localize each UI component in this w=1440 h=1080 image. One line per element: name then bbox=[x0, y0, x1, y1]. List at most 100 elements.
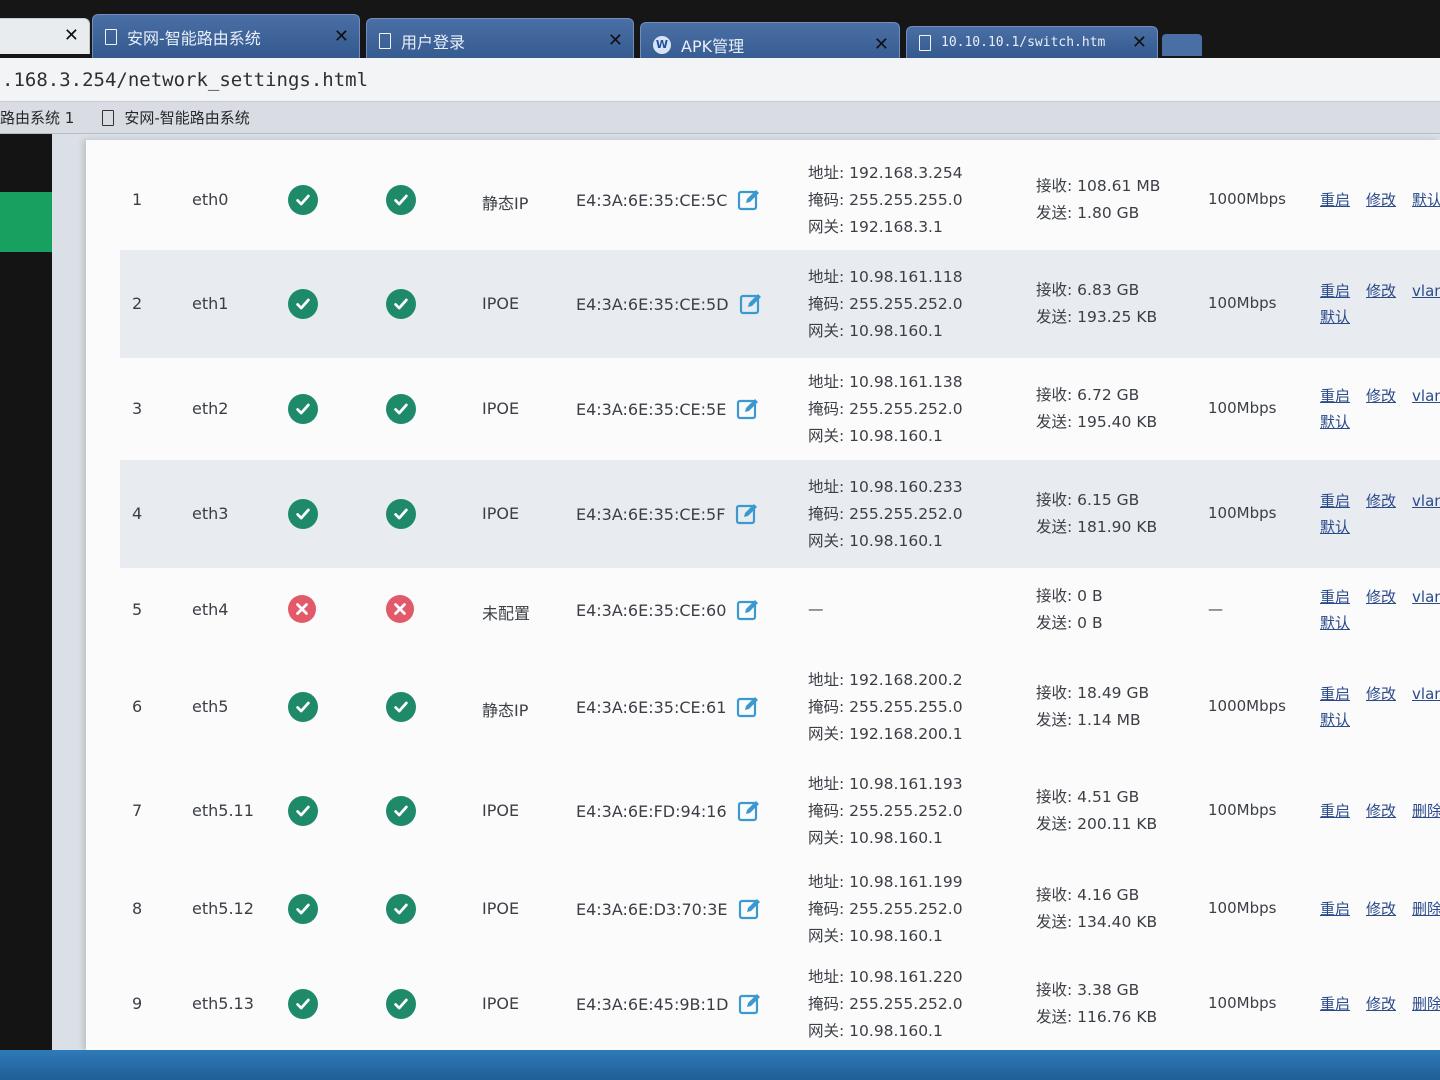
check-circle-icon bbox=[386, 289, 416, 319]
ip-value: 10.98.161.193 bbox=[849, 775, 963, 793]
action-link[interactable]: vlan bbox=[1412, 685, 1440, 703]
action-link[interactable]: 修改 bbox=[1366, 492, 1396, 510]
sidebar bbox=[0, 134, 52, 1080]
action-link[interactable]: 重启 bbox=[1320, 387, 1350, 405]
action-link[interactable]: 删除 bbox=[1412, 802, 1440, 820]
mac-address: E4:3A:6E:35:CE:60 bbox=[576, 598, 760, 622]
ip-label: 掩码: bbox=[808, 191, 845, 209]
action-link[interactable]: 删除 bbox=[1412, 995, 1440, 1013]
action-link[interactable]: 默认 bbox=[1412, 191, 1440, 209]
tab-anwang-router[interactable]: 安网-智能路由系统 ✕ bbox=[92, 14, 360, 58]
url-text[interactable]: .168.3.254/network_settings.html bbox=[2, 69, 368, 91]
action-link[interactable]: 修改 bbox=[1366, 282, 1396, 300]
enable-status bbox=[386, 894, 416, 924]
row-actions: 重启 修改 vlan 默认 bbox=[1320, 383, 1440, 435]
action-link[interactable]: vlan bbox=[1412, 588, 1440, 606]
traffic-line-rx: 接收: 4.16 GB bbox=[1036, 882, 1157, 909]
action-link[interactable]: vlan bbox=[1412, 282, 1440, 300]
sidebar-active-item[interactable] bbox=[0, 192, 52, 252]
check-circle-icon bbox=[386, 796, 416, 826]
tab-switch[interactable]: 10.10.10.1/switch.htm ✕ bbox=[906, 26, 1158, 58]
action-link[interactable]: vlan bbox=[1412, 387, 1440, 405]
edit-icon[interactable] bbox=[736, 598, 760, 622]
link-speed: 100Mbps bbox=[1208, 399, 1277, 417]
mac-address: E4:3A:6E:45:9B:1D bbox=[576, 992, 762, 1016]
action-link[interactable]: 重启 bbox=[1320, 802, 1350, 820]
action-link[interactable]: 修改 bbox=[1366, 900, 1396, 918]
traffic-value: 200.11 KB bbox=[1077, 815, 1158, 833]
enable-status bbox=[386, 595, 414, 623]
check-circle-icon bbox=[386, 894, 416, 924]
ip-line-mask: 掩码: 255.255.252.0 bbox=[808, 896, 963, 923]
close-icon[interactable]: ✕ bbox=[64, 25, 79, 46]
page-icon bbox=[102, 109, 115, 126]
tab-previous[interactable]: ✕ bbox=[0, 18, 90, 54]
edit-icon[interactable] bbox=[737, 188, 761, 212]
action-link[interactable]: 重启 bbox=[1320, 995, 1350, 1013]
action-link[interactable]: 默认 bbox=[1320, 308, 1350, 326]
action-link[interactable]: 修改 bbox=[1366, 802, 1396, 820]
ip-value: 255.255.252.0 bbox=[849, 900, 963, 918]
traffic-label: 发送: bbox=[1036, 413, 1073, 431]
action-link[interactable]: 重启 bbox=[1320, 900, 1350, 918]
action-link[interactable]: 修改 bbox=[1366, 995, 1396, 1013]
action-link[interactable]: 修改 bbox=[1366, 191, 1396, 209]
connection-mode: IPOE bbox=[482, 801, 520, 820]
action-link[interactable]: 修改 bbox=[1366, 387, 1396, 405]
table-row: 2 eth1 IPOE E4:3A:6E:35:CE:5D 地址: 10.98.161.… bbox=[120, 250, 1440, 358]
ip-line-mask: 掩码: 255.255.252.0 bbox=[808, 291, 963, 318]
edit-icon[interactable] bbox=[736, 397, 760, 421]
address-bar[interactable]: .168.3.254/network_settings.html bbox=[0, 58, 1440, 102]
action-link[interactable]: 重启 bbox=[1320, 588, 1350, 606]
check-circle-icon bbox=[386, 989, 416, 1019]
traffic-value: 193.25 KB bbox=[1077, 308, 1158, 326]
page-icon bbox=[919, 34, 931, 51]
action-link[interactable]: 默认 bbox=[1320, 518, 1350, 536]
edit-icon[interactable] bbox=[738, 897, 762, 921]
ip-label: 掩码: bbox=[808, 698, 845, 716]
ip-value: 192.168.3.254 bbox=[849, 164, 963, 182]
action-link[interactable]: 删除 bbox=[1412, 900, 1440, 918]
action-link[interactable]: 重启 bbox=[1320, 191, 1350, 209]
action-link[interactable]: 默认 bbox=[1320, 413, 1350, 431]
action-link[interactable]: 修改 bbox=[1366, 685, 1396, 703]
action-link[interactable]: 重启 bbox=[1320, 282, 1350, 300]
close-icon[interactable]: ✕ bbox=[608, 30, 623, 51]
tab-label: 用户登录 bbox=[401, 32, 466, 52]
edit-icon[interactable] bbox=[735, 502, 759, 526]
tab-user-login[interactable]: 用户登录 ✕ bbox=[366, 18, 634, 62]
action-link[interactable]: 重启 bbox=[1320, 685, 1350, 703]
action-link[interactable]: 默认 bbox=[1320, 711, 1350, 729]
close-icon[interactable]: ✕ bbox=[334, 26, 349, 47]
ip-info: 地址: 10.98.161.193 掩码: 255.255.252.0 网关: 10… bbox=[808, 771, 963, 852]
edit-icon[interactable] bbox=[737, 799, 761, 823]
bookmark-anwang[interactable]: 安网-智能路由系统 bbox=[102, 107, 250, 128]
ip-line-mask: 掩码: 255.255.255.0 bbox=[808, 187, 963, 214]
action-link[interactable]: 默认 bbox=[1320, 614, 1350, 632]
ip-line-mask: 掩码: 255.255.252.0 bbox=[808, 396, 963, 423]
close-icon[interactable]: ✕ bbox=[1132, 32, 1147, 53]
ip-value: 255.255.252.0 bbox=[849, 505, 963, 523]
action-link[interactable]: vlan bbox=[1412, 492, 1440, 510]
ip-label: 地址: bbox=[808, 164, 845, 182]
ip-value: 255.255.252.0 bbox=[849, 802, 963, 820]
traffic-label: 接收: bbox=[1036, 177, 1073, 195]
traffic-line-tx: 发送: 134.40 KB bbox=[1036, 909, 1157, 936]
ip-line-gw: 网关: 10.98.160.1 bbox=[808, 923, 963, 950]
edit-icon[interactable] bbox=[739, 292, 763, 316]
bookmark-router-1[interactable]: 路由系统 1 bbox=[0, 107, 74, 128]
edit-icon[interactable] bbox=[736, 695, 760, 719]
edit-icon[interactable] bbox=[738, 992, 762, 1016]
check-circle-icon bbox=[386, 394, 416, 424]
ip-value: 255.255.255.0 bbox=[849, 191, 963, 209]
action-link[interactable]: 修改 bbox=[1366, 588, 1396, 606]
ip-line-addr: 地址: 10.98.161.199 bbox=[808, 869, 963, 896]
check-circle-icon bbox=[288, 989, 318, 1019]
traffic-value: 116.76 KB bbox=[1077, 1008, 1158, 1026]
enable-status bbox=[386, 796, 416, 826]
action-link[interactable]: 重启 bbox=[1320, 492, 1350, 510]
row-index: 2 bbox=[132, 294, 143, 313]
close-icon[interactable]: ✕ bbox=[874, 34, 889, 55]
new-tab-button[interactable] bbox=[1162, 34, 1202, 56]
traffic-value: 6.15 GB bbox=[1077, 491, 1140, 509]
